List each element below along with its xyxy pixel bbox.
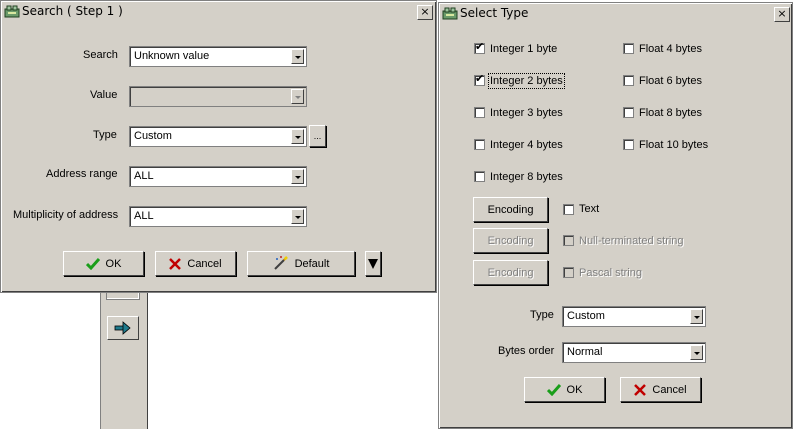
type-select[interactable]: Custom [129, 126, 307, 147]
app-icon [442, 7, 458, 20]
ok-button-label: OK [105, 257, 122, 270]
cancel-button[interactable]: Cancel [155, 251, 236, 276]
checkbox-integer-4-bytes[interactable] [474, 139, 485, 150]
ok-button-label: OK [566, 383, 583, 396]
value-select[interactable] [129, 86, 307, 107]
search-dialog-titlebar[interactable]: Search ( Step 1 ) × [3, 3, 434, 21]
ok-button[interactable]: OK [63, 251, 144, 276]
type-options-button[interactable]: ... [309, 125, 326, 147]
close-icon[interactable]: × [417, 5, 433, 20]
magic-wand-icon [273, 256, 288, 270]
checkbox-null-terminated[interactable] [563, 235, 574, 246]
checkbox-float-8-bytes[interactable] [623, 107, 634, 118]
checkbox-float-4-bytes[interactable] [623, 43, 634, 54]
chevron-down-icon[interactable] [291, 169, 304, 184]
bytes-order-value: Normal [567, 346, 603, 358]
multiplicity-value: ALL [134, 210, 154, 222]
encoding-button-pascal[interactable]: Encoding [473, 260, 548, 285]
more-options-button[interactable] [365, 251, 381, 276]
checkbox-integer-3-bytes[interactable] [474, 107, 485, 118]
cross-icon [634, 383, 647, 396]
checkbox-pascal[interactable] [563, 267, 574, 278]
type-select-value: Custom [567, 310, 605, 322]
checkbox-integer-8-bytes[interactable] [474, 171, 485, 182]
chevron-down-icon[interactable] [291, 89, 304, 104]
checkbox-label: Text [579, 203, 600, 215]
checkbox-label: Integer 1 byte [490, 43, 558, 55]
checkbox-integer-2-bytes[interactable]: ✔ [474, 72, 485, 86]
select-type-dialog: Select Type × ✔ Integer 1 byte ✔ Integer… [438, 2, 793, 429]
value-label: Value [90, 89, 118, 101]
background-toolbar [100, 290, 148, 429]
checkbox-label: Pascal string [579, 267, 642, 279]
checkbox-label: Integer 4 bytes [490, 139, 563, 151]
cancel-button-label: Cancel [187, 257, 222, 270]
checkbox-label: Float 10 bytes [639, 139, 709, 151]
address-range-label: Address range [46, 168, 118, 180]
background-arrow-button[interactable] [107, 316, 139, 340]
bytes-order-label: Bytes order [498, 345, 555, 357]
cancel-button[interactable]: Cancel [620, 377, 701, 402]
check-icon: ✔ [475, 72, 485, 85]
default-button-label: Default [294, 257, 330, 270]
close-icon[interactable]: × [774, 7, 790, 22]
checkbox-label: Integer 3 bytes [490, 107, 563, 119]
search-select[interactable]: Unknown value [129, 46, 307, 67]
arrow-right-icon [114, 321, 131, 335]
address-range-value: ALL [134, 170, 154, 182]
chevron-down-icon[interactable] [291, 209, 304, 224]
select-type-titlebar[interactable]: Select Type × [441, 5, 790, 23]
checkbox-float-6-bytes[interactable] [623, 75, 634, 86]
type-options-button-label: ... [313, 131, 322, 141]
encoding-button-text[interactable]: Encoding [473, 197, 548, 222]
checkbox-text[interactable] [563, 204, 574, 215]
address-range-select[interactable]: ALL [129, 166, 307, 187]
checkbox-label: Float 6 bytes [639, 75, 702, 87]
search-select-value: Unknown value [134, 50, 210, 62]
chevron-down-icon[interactable] [690, 309, 703, 324]
chevron-down-icon[interactable] [291, 49, 304, 64]
cross-icon [169, 257, 182, 270]
type-label: Type [530, 309, 554, 321]
triangle-down-icon [368, 258, 378, 269]
checkbox-label: Null-terminated string [579, 235, 684, 247]
search-label: Search [83, 49, 118, 61]
chevron-down-icon[interactable] [291, 129, 304, 144]
type-label: Type [93, 129, 117, 141]
checkbox-integer-1-byte[interactable]: ✔ [474, 40, 485, 54]
checkmark-icon [546, 384, 561, 396]
type-select-value: Custom [134, 130, 172, 142]
default-button[interactable]: Default [247, 251, 355, 276]
chevron-down-icon[interactable] [690, 345, 703, 360]
search-dialog: Search ( Step 1 ) × Search Unknown value… [0, 0, 437, 293]
multiplicity-select[interactable]: ALL [129, 206, 307, 227]
bytes-order-select[interactable]: Normal [562, 342, 706, 363]
checkbox-label: Integer 8 bytes [490, 171, 563, 183]
checkbox-label: Float 4 bytes [639, 43, 702, 55]
search-dialog-title: Search ( Step 1 ) [22, 4, 123, 18]
app-icon [4, 5, 20, 18]
checkmark-icon [85, 258, 100, 270]
type-select[interactable]: Custom [562, 306, 706, 327]
checkbox-label: Float 8 bytes [639, 107, 702, 119]
checkbox-float-10-bytes[interactable] [623, 139, 634, 150]
multiplicity-label: Multiplicity of address [13, 209, 119, 221]
cancel-button-label: Cancel [652, 383, 687, 396]
select-type-title: Select Type [460, 6, 529, 20]
checkbox-label: Integer 2 bytes [488, 73, 565, 89]
check-icon: ✔ [475, 40, 485, 53]
ok-button[interactable]: OK [524, 377, 605, 402]
encoding-button-null-terminated[interactable]: Encoding [473, 228, 548, 253]
